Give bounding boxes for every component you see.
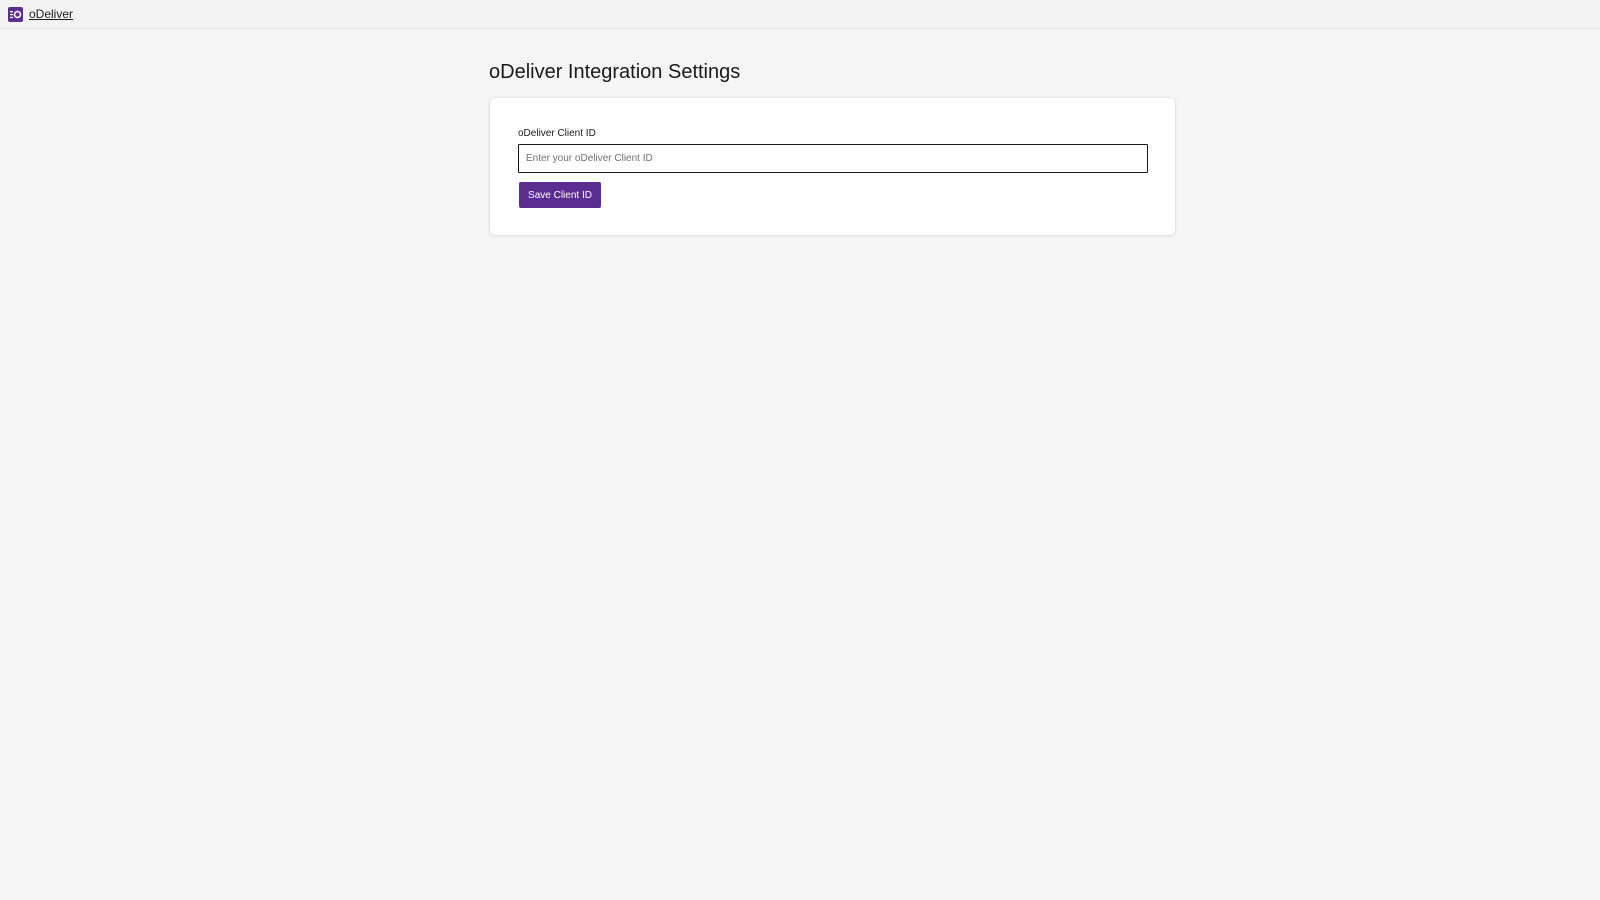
save-client-id-button[interactable]: Save Client ID xyxy=(519,182,601,208)
odeliver-logo-icon[interactable] xyxy=(8,7,23,22)
page-title: oDeliver Integration Settings xyxy=(489,61,741,83)
client-id-input[interactable] xyxy=(518,144,1148,173)
brand-link[interactable]: oDeliver xyxy=(29,6,73,22)
client-id-label: oDeliver Client ID xyxy=(518,128,596,139)
settings-card: oDeliver Client ID Save Client ID xyxy=(489,97,1176,236)
top-bar: oDeliver xyxy=(0,0,1600,29)
